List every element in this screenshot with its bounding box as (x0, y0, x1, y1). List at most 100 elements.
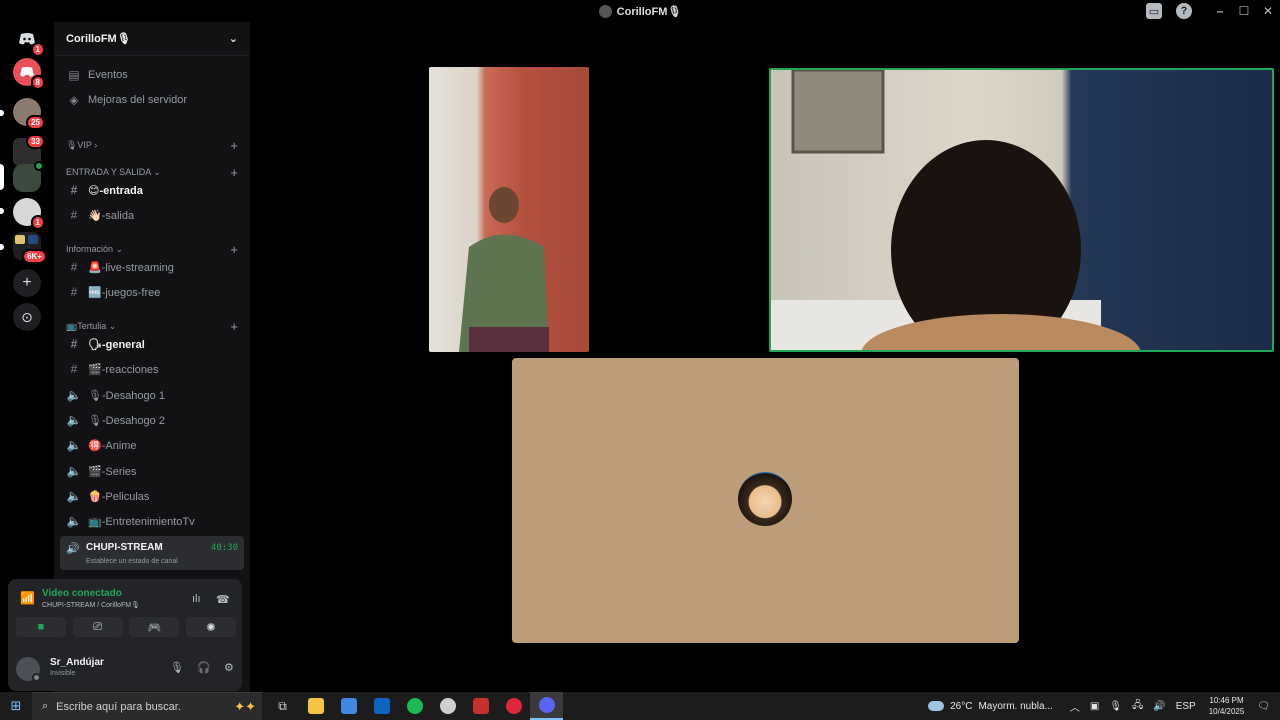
network-icon[interactable]: 🖧 (1132, 698, 1143, 715)
clock-time: 10:46 PM (1209, 696, 1244, 705)
voice-channel-anime[interactable]: 🔈 🉐-Anime (60, 434, 244, 456)
volume-icon[interactable]: 🔊 (1153, 701, 1165, 712)
participant-video (771, 70, 1141, 350)
file-explorer-icon[interactable] (299, 692, 332, 720)
voice-channel-desahogo2[interactable]: 🔈 🎙-Desahogo 2 (60, 409, 244, 431)
unread-pill (0, 110, 4, 116)
discord-home-icon[interactable]: 1 (13, 25, 45, 57)
server-folder-icon[interactable]: 6K+ (13, 232, 47, 264)
clock[interactable]: 10:46 PM 10/4/2025 (1209, 695, 1245, 717)
maximize-button[interactable]: ☐ (1232, 4, 1256, 18)
voice-channel-peliculas[interactable]: 🔈 🍿-Peliculas (60, 485, 244, 507)
server-avatar-icon[interactable] (13, 161, 44, 192)
tray-app-icon[interactable]: ▣ (1090, 701, 1099, 712)
store-icon[interactable] (332, 692, 365, 720)
microphone-icon[interactable]: 🎙 (1109, 701, 1122, 712)
boosts-link[interactable]: ◈ Mejoras del servidor (60, 89, 244, 111)
channel-label: 🎬-Series (88, 465, 137, 478)
noise-suppression-icon[interactable]: ılı (192, 593, 201, 605)
channel-live-streaming[interactable]: # 🚨-live-streaming (60, 256, 244, 278)
task-view-icon[interactable]: ⧉ (266, 692, 299, 720)
video-tile-speaking[interactable] (769, 68, 1274, 352)
category-vip[interactable]: 🎙VIP › + (66, 138, 238, 153)
call-timer: 40:30 (210, 543, 238, 553)
video-tile-avatar[interactable] (512, 358, 1019, 643)
gear-icon[interactable]: ⚙ (224, 661, 234, 674)
voice-status-title[interactable]: Video conectado (42, 588, 122, 599)
category-informacion[interactable]: Información ⌄ + (66, 242, 238, 257)
app-icon[interactable] (464, 692, 497, 720)
camera-button[interactable]: ■ (16, 617, 66, 637)
channel-label: 🎙-Desahogo 2 (88, 414, 165, 427)
hash-icon: # (70, 208, 78, 222)
add-server-button[interactable]: + (13, 269, 41, 297)
activities-button[interactable]: 🎮 (129, 617, 180, 637)
signal-icon: 📶 (20, 591, 35, 605)
language-indicator[interactable]: ESP (1176, 701, 1196, 712)
avatar[interactable] (16, 657, 41, 682)
channel-juegos-free[interactable]: # 🆓-juegos-free (60, 281, 244, 303)
minimize-button[interactable]: – (1208, 4, 1232, 18)
channel-salida[interactable]: # 👋🏻-salida (60, 204, 244, 226)
discord-server-icon[interactable]: 8 (13, 58, 45, 90)
boost-icon: ◈ (69, 93, 79, 107)
outlook-icon[interactable] (365, 692, 398, 720)
user-area[interactable]: Sr_Andújar Invisible 🎙 🎧 ⚙ (16, 653, 236, 685)
opera-icon[interactable] (497, 692, 530, 720)
boosts-label: Mejoras del servidor (88, 94, 188, 106)
window-title: CorilloFM🎙 (598, 4, 681, 18)
server-icon (598, 4, 612, 18)
guild-header[interactable]: CorilloFM🎙 ⌄ (54, 22, 250, 56)
add-channel-icon[interactable]: + (230, 319, 238, 334)
microphone-icon[interactable]: 🎙 (170, 661, 184, 674)
channel-general[interactable]: # 🗣-general (60, 333, 244, 355)
server-avatar-icon[interactable]: 1 (13, 198, 45, 230)
category-entrada[interactable]: ENTRADA Y SALIDA ⌄ + (66, 165, 238, 180)
add-server-label: + (22, 274, 32, 291)
help-icon[interactable]: ? (1176, 3, 1192, 19)
channel-status-prompt[interactable]: Establece un estado de canal (86, 558, 178, 565)
events-link[interactable]: ▤ Eventos (60, 64, 244, 86)
close-button[interactable]: ✕ (1256, 4, 1280, 18)
compass-icon: ⊙ (21, 308, 33, 325)
screen-share-button[interactable]: ⎚ (72, 617, 123, 637)
explore-button[interactable]: ⊙ (13, 303, 41, 331)
hash-icon: # (70, 285, 78, 299)
taskbar: ⊞ ⌕ Escribe aquí para buscar. ✦✦ ⧉ 26°C … (0, 692, 1280, 720)
steam-icon[interactable] (431, 692, 464, 720)
avatar (738, 472, 792, 526)
chevron-up-icon[interactable]: ︿ (1070, 699, 1080, 714)
inbox-icon[interactable]: ▭ (1146, 3, 1162, 19)
start-button[interactable]: ⊞ (0, 692, 32, 720)
notifications-icon[interactable]: 🗨 (1257, 701, 1270, 712)
channel-label: 🚨-live-streaming (88, 261, 174, 274)
weather-widget[interactable]: 26°C Mayorm. nubla... (928, 701, 1053, 712)
headphones-icon[interactable]: 🎧 (197, 661, 211, 674)
live-indicator-icon (34, 161, 44, 171)
speaker-icon: 🔈 (66, 438, 82, 452)
channel-label: 👋🏻-salida (88, 209, 135, 222)
search-input[interactable]: ⌕ Escribe aquí para buscar. ✦✦ (32, 692, 262, 720)
server-avatar-icon[interactable]: 25 (13, 98, 45, 130)
add-channel-icon[interactable]: + (230, 242, 238, 257)
channel-label: 🗣-general (88, 338, 145, 351)
channel-entrada[interactable]: # 😊-entrada (60, 179, 244, 201)
soundboard-button[interactable]: ✺ (185, 617, 236, 637)
add-channel-icon[interactable]: + (230, 165, 238, 180)
video-tile[interactable] (429, 67, 589, 352)
speaker-icon: 🔈 (66, 514, 82, 528)
spotify-icon[interactable] (398, 692, 431, 720)
username: Sr_Andújar (50, 657, 104, 668)
voice-channel-desahogo1[interactable]: 🔈 🎙-Desahogo 1 (60, 384, 244, 406)
calendar-icon: ▤ (68, 68, 80, 82)
voice-status-subtitle[interactable]: CHUPI-STREAM / CorilloFM🎙 (42, 601, 140, 609)
voice-channel-entretenimiento[interactable]: 🔈 📺-EntretenimientoTv (60, 510, 244, 532)
voice-channel-series[interactable]: 🔈 🎬-Series (60, 460, 244, 482)
server-badge: 6K+ (22, 249, 47, 264)
channel-reacciones[interactable]: # 🎬-reacciones (60, 358, 244, 380)
add-channel-icon[interactable]: + (230, 138, 238, 153)
category-tertulia[interactable]: 📺Tertulia ⌄ + (66, 319, 238, 334)
discord-taskbar-icon[interactable] (530, 692, 563, 720)
disconnect-icon[interactable]: ☎ (216, 593, 230, 606)
active-voice-channel[interactable]: 🔊 CHUPI-STREAM 40:30 Establece un estado… (60, 536, 244, 570)
